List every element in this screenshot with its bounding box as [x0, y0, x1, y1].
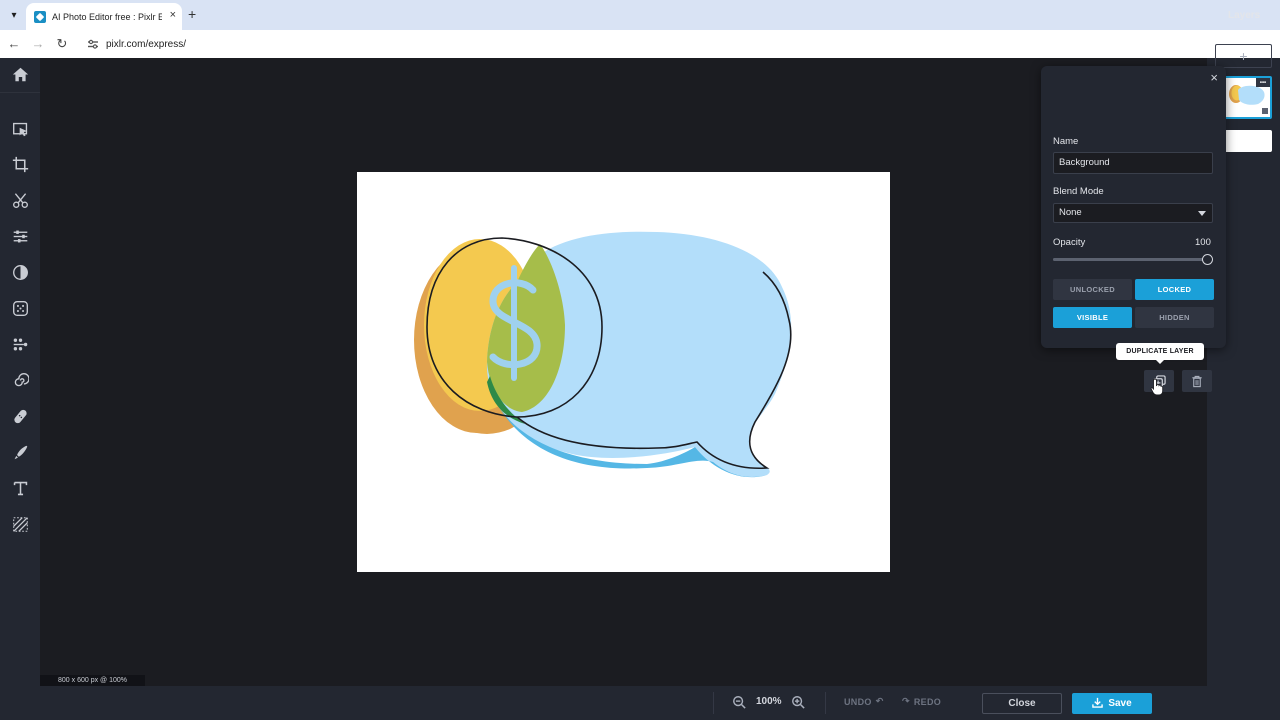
rail-divider: [0, 92, 40, 93]
redo-button[interactable]: ↷ REDO: [902, 696, 941, 707]
site-info-icon[interactable]: [86, 37, 100, 51]
locked-toggle[interactable]: LOCKED: [1135, 279, 1214, 300]
bottom-divider: [713, 692, 714, 714]
layer-thumbnail-background[interactable]: •••: [1224, 76, 1272, 119]
trash-icon: [1192, 375, 1202, 387]
blend-mode-select[interactable]: None: [1053, 203, 1213, 223]
add-layer-button[interactable]: +: [1215, 44, 1272, 68]
layer-thumbnail-secondary[interactable]: [1224, 130, 1272, 152]
duplicate-layer-tooltip: DUPLICATE LAYER: [1116, 343, 1204, 364]
blend-mode-label: Blend Mode: [1053, 186, 1104, 197]
save-label: Save: [1108, 698, 1132, 709]
opacity-slider-fill: [1053, 258, 1207, 261]
undo-button[interactable]: UNDO ↶: [844, 696, 884, 707]
adjust-tool-icon[interactable]: [10, 226, 30, 246]
delete-layer-button[interactable]: [1182, 370, 1212, 392]
url-text: pixlr.com/express/: [106, 38, 187, 50]
opacity-slider-track[interactable]: [1053, 258, 1207, 261]
unlocked-toggle[interactable]: UNLOCKED: [1053, 279, 1132, 300]
zoom-in-icon[interactable]: [791, 695, 807, 711]
layer-more-icon[interactable]: •••: [1260, 81, 1266, 87]
layer-thumbnail-preview: •••: [1226, 78, 1270, 117]
save-download-icon: [1092, 697, 1104, 711]
browser-toolbar: ← → ↻ pixlr.com/express/: [0, 30, 1280, 58]
cutout-tool-icon[interactable]: [10, 190, 30, 210]
home-icon[interactable]: [10, 64, 30, 84]
effect-tool-icon[interactable]: [10, 298, 30, 318]
opacity-label: Opacity: [1053, 237, 1086, 248]
visible-toggle[interactable]: VISIBLE: [1053, 307, 1132, 328]
opacity-value: 100: [1195, 237, 1211, 248]
canvas-artwork: [414, 231, 792, 478]
arrange-tool-icon[interactable]: [10, 119, 30, 139]
blend-mode-value: None: [1059, 207, 1082, 218]
tab-close-icon[interactable]: ×: [170, 9, 176, 21]
opacity-slider-thumb[interactable]: [1202, 254, 1213, 265]
undo-label: UNDO: [844, 696, 872, 707]
layer-name-input[interactable]: Background: [1053, 152, 1213, 174]
new-tab-button[interactable]: +: [188, 6, 196, 22]
popover-close-icon[interactable]: ×: [1210, 70, 1218, 85]
canvas-size-label: 800 x 600 px @ 100%: [40, 675, 145, 686]
address-bar[interactable]: pixlr.com/express/: [80, 33, 1270, 55]
reload-icon[interactable]: ↻: [54, 36, 70, 52]
undo-arrow-icon: ↶: [875, 696, 884, 706]
pixlr-favicon-icon: [34, 10, 46, 23]
crop-tool-icon[interactable]: [10, 154, 30, 174]
heal-tool-icon[interactable]: [10, 406, 30, 426]
redo-arrow-icon: ↷: [902, 696, 910, 706]
browser-tabstrip: ▾ AI Photo Editor free : Pixlr Express ×…: [0, 0, 1280, 30]
back-arrow-icon[interactable]: ←: [6, 36, 22, 52]
hidden-toggle[interactable]: HIDDEN: [1135, 307, 1214, 328]
name-label: Name: [1053, 136, 1079, 147]
save-button[interactable]: Save: [1072, 693, 1152, 714]
redo-label: REDO: [913, 696, 942, 707]
dropdown-caret-icon: [1198, 211, 1206, 216]
tool-rail: [0, 58, 40, 720]
layers-title: Layers: [1228, 10, 1261, 21]
zoom-out-icon[interactable]: [732, 695, 748, 711]
retouch-tool-icon[interactable]: [10, 370, 30, 390]
bottom-bar: 100% UNDO ↶ ↷ REDO Close Save: [40, 686, 1207, 720]
pattern-tool-icon[interactable]: [10, 514, 30, 534]
tab-title: AI Photo Editor free : Pixlr Express: [52, 11, 162, 22]
workspace[interactable]: [40, 58, 1207, 686]
image-canvas[interactable]: [357, 172, 890, 572]
forward-arrow-icon[interactable]: →: [30, 36, 46, 52]
close-button[interactable]: Close: [982, 693, 1062, 714]
tab-list-chevron-icon[interactable]: ▾: [5, 6, 23, 24]
text-tool-icon[interactable]: [10, 478, 30, 498]
draw-tool-icon[interactable]: [10, 442, 30, 462]
bottom-divider: [825, 692, 826, 714]
zoom-level: 100%: [756, 696, 782, 707]
filter-tool-icon[interactable]: [10, 262, 30, 282]
liquify-tool-icon[interactable]: [10, 334, 30, 354]
browser-tab-active[interactable]: AI Photo Editor free : Pixlr Express ×: [26, 3, 182, 30]
hand-cursor-icon: [1150, 378, 1164, 396]
